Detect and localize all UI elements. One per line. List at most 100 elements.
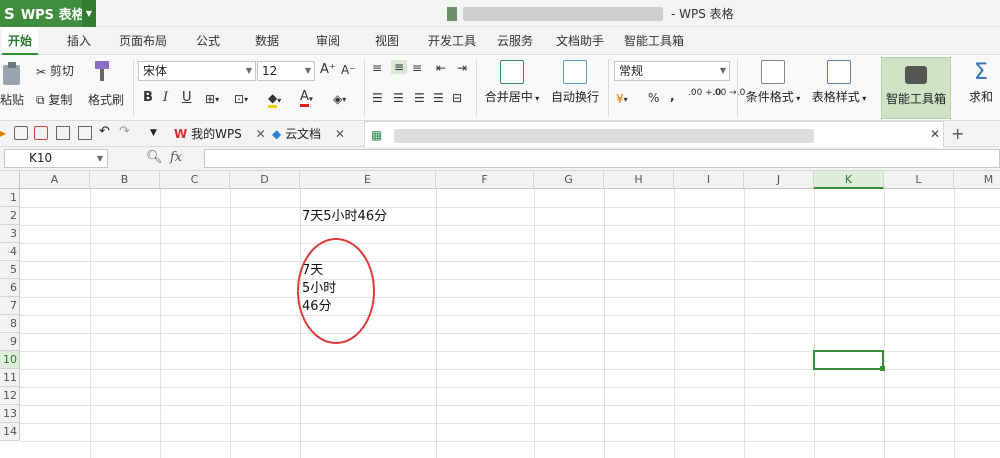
select-all-corner[interactable] — [0, 171, 20, 189]
smart-toolbox-button[interactable]: 智能工具箱 — [881, 57, 951, 119]
zoom-icon[interactable]: 🔍︎ — [146, 150, 163, 165]
redo-icon[interactable]: ↷ — [119, 124, 133, 139]
align-center-icon[interactable]: ☰ — [393, 91, 404, 105]
close-icon[interactable]: ✕ — [335, 127, 345, 141]
column-header-f[interactable]: F — [436, 171, 534, 189]
print-icon[interactable] — [34, 126, 48, 140]
tab-page-layout[interactable]: 页面布局 — [119, 27, 167, 55]
tab-current-document[interactable]: ▦ — [364, 121, 944, 147]
borders-button[interactable]: ⊞▾ — [205, 91, 219, 106]
align-left-icon[interactable]: ☰ — [372, 91, 383, 105]
save-icon[interactable] — [14, 126, 28, 140]
row-header-5[interactable]: 5 — [0, 261, 20, 279]
tab-developer[interactable]: 开发工具 — [428, 27, 476, 55]
indent-increase-icon[interactable]: ⇥ — [457, 61, 467, 75]
spreadsheet-grid[interactable]: A B C D E F G H I J K L M 1 2 3 4 5 6 7 … — [0, 171, 1000, 458]
decrease-decimal-button[interactable]: .00 →.0 — [712, 88, 745, 98]
copy-button[interactable]: ⧉ 复制 — [36, 91, 72, 108]
indent-decrease-icon[interactable]: ⇤ — [436, 61, 446, 75]
app-menu-button[interactable]: S WPS 表格 ▼ — [0, 0, 96, 27]
formula-input[interactable] — [204, 149, 1000, 168]
row-header-1[interactable]: 1 — [0, 189, 20, 207]
format-painter-icon[interactable] — [89, 59, 113, 86]
chevron-down-icon[interactable]: ▼ — [150, 128, 164, 142]
close-icon[interactable]: ✕ — [930, 121, 940, 147]
align-top-icon[interactable]: ≡ — [372, 61, 382, 75]
paste-button[interactable] — [0, 61, 26, 87]
distributed-icon[interactable]: ⊟ — [452, 91, 462, 105]
sum-button[interactable]: Σ 求和 — [962, 60, 1000, 105]
tab-view[interactable]: 视图 — [375, 27, 399, 55]
grow-font-button[interactable]: A⁺ — [320, 62, 336, 77]
paste-label[interactable]: 粘贴 — [0, 91, 24, 108]
tab-home[interactable]: 开始 — [2, 27, 39, 55]
tab-formulas[interactable]: 公式 — [196, 27, 220, 55]
tab-cloud-docs[interactable]: ◆ 云文档 ✕ — [270, 121, 345, 147]
column-header-i[interactable]: I — [674, 171, 744, 189]
column-header-d[interactable]: D — [230, 171, 300, 189]
bold-button[interactable]: B — [143, 90, 153, 105]
row-header-10[interactable]: 10 — [0, 351, 20, 369]
cell-e2[interactable]: 7天5小时46分 — [302, 208, 387, 226]
tab-cloud[interactable]: 云服务 — [497, 27, 533, 55]
comma-button[interactable]: , — [670, 89, 675, 103]
tab-review[interactable]: 审阅 — [316, 27, 340, 55]
export-pdf-icon[interactable] — [56, 126, 70, 140]
row-header-11[interactable]: 11 — [0, 369, 20, 387]
wrap-text-button[interactable]: 自动换行 — [548, 60, 602, 105]
row-header-8[interactable]: 8 — [0, 315, 20, 333]
conditional-format-button[interactable]: 条件格式 ▾ — [742, 60, 804, 105]
number-format-select[interactable]: 常规 ▼ — [614, 61, 730, 81]
cut-button[interactable]: ✂ 剪切 — [36, 62, 74, 79]
chevron-down-icon[interactable]: ▼ — [82, 0, 96, 27]
function-icon[interactable]: fx — [170, 150, 182, 165]
column-header-h[interactable]: H — [604, 171, 674, 189]
column-header-c[interactable]: C — [160, 171, 230, 189]
column-header-a[interactable]: A — [20, 171, 90, 189]
column-header-g[interactable]: G — [534, 171, 604, 189]
row-header-7[interactable]: 7 — [0, 297, 20, 315]
fill-color-button[interactable]: ◆▾ — [268, 91, 281, 108]
increase-decimal-button[interactable]: .00 +.0 — [688, 88, 721, 98]
column-header-e[interactable]: E — [300, 171, 436, 189]
row-header-3[interactable]: 3 — [0, 225, 20, 243]
tab-data[interactable]: 数据 — [255, 27, 279, 55]
name-box[interactable]: K10 ▼ — [4, 149, 108, 168]
column-header-j[interactable]: J — [744, 171, 814, 189]
column-header-b[interactable]: B — [90, 171, 160, 189]
clear-format-button[interactable]: ◈▾ — [333, 91, 346, 106]
justify-icon[interactable]: ☰ — [433, 91, 444, 105]
align-middle-icon[interactable]: ≡ — [391, 60, 408, 74]
row-header-4[interactable]: 4 — [0, 243, 20, 261]
tab-my-wps[interactable]: W 我的WPS ✕ — [170, 121, 266, 147]
align-right-icon[interactable]: ☰ — [414, 91, 425, 105]
undo-icon[interactable]: ↶ — [99, 124, 113, 139]
row-header-13[interactable]: 13 — [0, 405, 20, 423]
column-header-m[interactable]: M — [954, 171, 1000, 189]
column-header-k[interactable]: K — [814, 171, 884, 189]
folder-icon[interactable]: ▸ — [0, 126, 14, 140]
merge-center-button[interactable]: 合并居中 ▾ — [482, 60, 542, 105]
selected-cell-k10[interactable] — [813, 350, 884, 370]
table-style-button[interactable]: 表格样式 ▾ — [808, 60, 870, 105]
row-header-12[interactable]: 12 — [0, 387, 20, 405]
row-header-6[interactable]: 6 — [0, 279, 20, 297]
italic-button[interactable]: I — [163, 90, 168, 105]
print-preview-icon[interactable] — [78, 126, 92, 140]
format-painter-button[interactable]: 格式刷 — [88, 91, 124, 108]
tab-smart-toolbox[interactable]: 智能工具箱 — [624, 27, 684, 55]
font-size-select[interactable]: 12 ▼ — [257, 61, 315, 81]
font-color-button[interactable]: A▾ — [300, 89, 313, 107]
tab-doc-assistant[interactable]: 文档助手 — [556, 27, 604, 55]
column-header-l[interactable]: L — [884, 171, 954, 189]
font-name-select[interactable]: 宋体 ▼ — [138, 61, 256, 81]
row-header-9[interactable]: 9 — [0, 333, 20, 351]
percent-button[interactable]: % — [648, 91, 659, 105]
shrink-font-button[interactable]: A⁻ — [341, 63, 356, 77]
row-header-14[interactable]: 14 — [0, 423, 20, 441]
align-bottom-icon[interactable]: ≡ — [412, 61, 422, 75]
underline-button[interactable]: U — [182, 90, 192, 105]
new-tab-icon[interactable]: + — [951, 121, 964, 147]
currency-button[interactable]: ¥▾ — [616, 91, 628, 106]
fill-handle[interactable] — [880, 366, 885, 371]
